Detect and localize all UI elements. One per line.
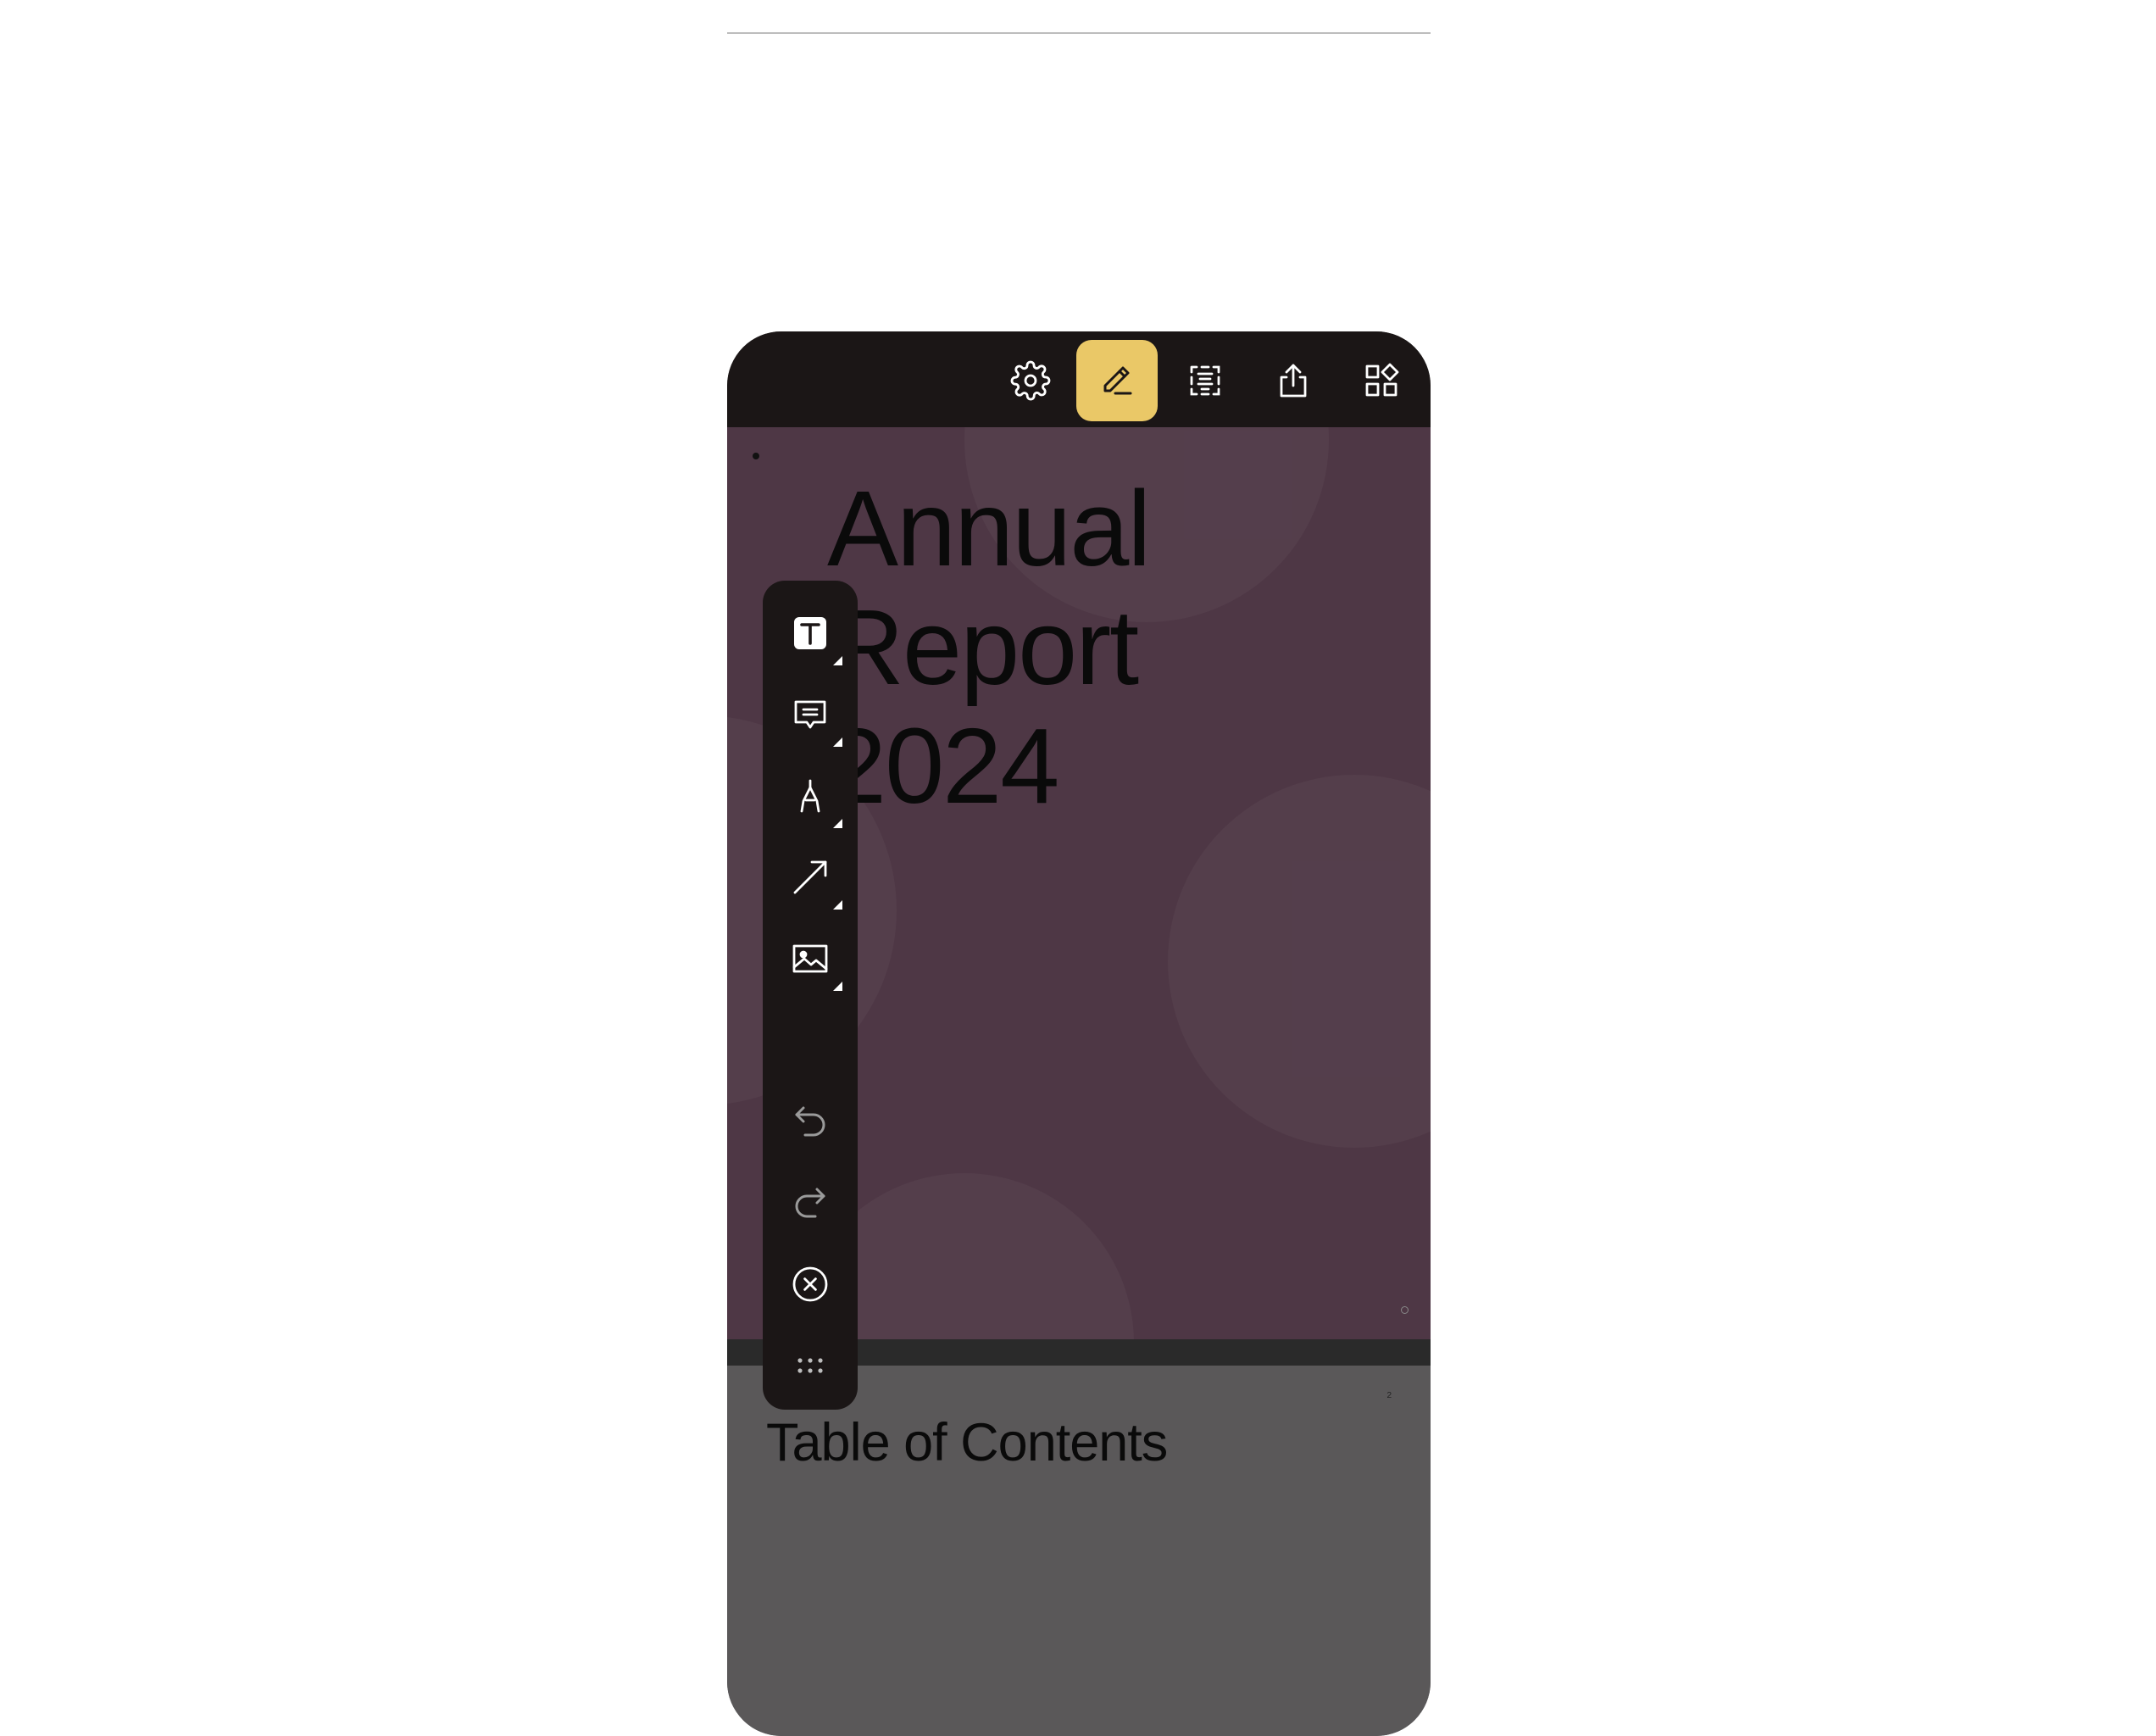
thumbnails-button[interactable] [1341,340,1422,421]
cover-title-line1: Annual [827,469,1151,588]
page-marker-ring [1401,1306,1409,1314]
settings-button[interactable] [990,340,1071,421]
pen-nib-icon [800,779,820,813]
grid-shapes-icon [1365,363,1399,397]
text-box-icon [794,617,826,649]
undo-icon [795,1106,825,1137]
drag-dots-icon [797,1358,823,1373]
close-toolbar-button[interactable] [776,1250,844,1318]
close-circle-icon [792,1266,828,1302]
ink-tool-button[interactable] [776,762,844,830]
pencil-icon [1103,366,1132,395]
top-divider [727,32,1431,34]
image-icon [792,944,828,973]
decorative-circle [1168,775,1431,1148]
cover-title-line3: 2024 [827,706,1059,826]
submenu-indicator [833,656,842,665]
text-selection-icon [1190,365,1220,396]
arrow-line-icon [793,860,827,894]
redo-icon [795,1188,825,1218]
share-icon [1280,364,1307,398]
share-button[interactable] [1253,340,1334,421]
cover-title: Annual Report 2024 [827,469,1151,826]
toolbar-drag-handle[interactable] [776,1332,844,1399]
gear-icon [1010,360,1051,401]
cover-title-line2: Report [827,587,1139,707]
image-tool-button[interactable] [776,925,844,993]
annotation-toolbar [763,581,858,1410]
note-tool-button[interactable] [776,681,844,748]
comment-icon [794,700,826,729]
text-tool-button[interactable] [776,599,844,667]
page-number: 2 [1386,1391,1392,1400]
text-selection-button[interactable] [1164,340,1246,421]
page-2: 2 Table of Contents [727,1366,1431,1736]
annotate-button[interactable] [1076,340,1158,421]
submenu-indicator [833,819,842,828]
toc-heading: Table of Contents [766,1413,1168,1472]
line-tool-button[interactable] [776,843,844,911]
submenu-indicator [833,900,842,910]
main-toolbar [727,331,1431,427]
submenu-indicator [833,737,842,747]
undo-button[interactable] [776,1088,844,1155]
redo-button[interactable] [776,1169,844,1237]
page-marker-dot [753,453,759,459]
submenu-indicator [833,982,842,991]
